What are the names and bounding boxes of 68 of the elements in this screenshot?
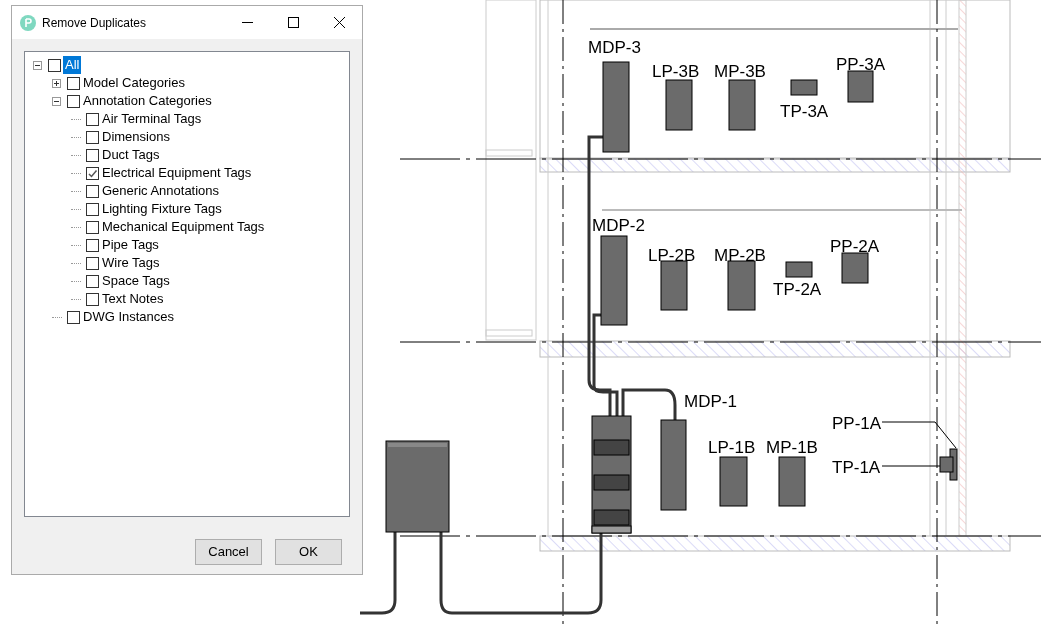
electrical-panel [665, 79, 693, 131]
expand-icon[interactable] [52, 78, 61, 88]
minimize-icon [241, 22, 253, 23]
tree-item[interactable]: Text Notes [101, 290, 165, 308]
checkbox[interactable] [86, 292, 99, 306]
electrical-panel [727, 260, 756, 311]
leader-line [881, 465, 941, 467]
tree-item[interactable]: Lighting Fixture Tags [101, 200, 223, 218]
tree-item[interactable]: Mechanical Equipment Tags [101, 218, 266, 236]
checkbox[interactable] [86, 274, 99, 288]
window-title: Remove Duplicates [42, 14, 147, 32]
equipment-label: MDP-3 [588, 38, 641, 57]
electrical-panel [660, 260, 688, 311]
checkbox[interactable] [67, 94, 80, 108]
equipment-label: MDP-1 [684, 392, 737, 411]
checkbox[interactable] [86, 220, 99, 234]
tree-item[interactable]: Annotation Categories [82, 92, 213, 110]
equipment-label: PP-1A [832, 414, 882, 433]
collapse-icon[interactable] [52, 96, 61, 106]
equipment-label: TP-2A [773, 280, 822, 299]
tree-item[interactable]: Generic Annotations [101, 182, 221, 200]
checkbox[interactable] [86, 148, 99, 162]
equipment-label: LP-3B [652, 62, 700, 81]
maximize-icon [287, 17, 299, 28]
electrical-panel [719, 456, 748, 507]
checkbox[interactable] [86, 130, 99, 144]
tree-item[interactable]: Pipe Tags [101, 236, 160, 254]
tree-item[interactable]: Model Categories [82, 74, 186, 92]
tree-item[interactable]: Air Terminal Tags [101, 110, 203, 128]
electrical-device-drawing [939, 448, 958, 481]
electrical-panel [728, 79, 756, 131]
checkbox[interactable] [86, 166, 99, 180]
tree-item[interactable]: Wire Tags [101, 254, 161, 272]
tree-item[interactable]: Electrical Equipment Tags [101, 164, 253, 182]
close-icon [333, 17, 345, 28]
equipment-label: MP-3B [714, 62, 766, 81]
checkbox[interactable] [86, 112, 99, 126]
tree-item[interactable]: DWG Instances [82, 308, 176, 326]
ok-button[interactable]: OK [275, 539, 342, 565]
equipment-label: PP-3A [836, 55, 886, 74]
equipment-label: LP-1B [708, 438, 756, 457]
electrical-panel [841, 252, 869, 284]
tree-item[interactable]: Duct Tags [101, 146, 161, 164]
checkbox[interactable] [86, 184, 99, 198]
checkbox[interactable] [86, 256, 99, 270]
app-logo-icon [20, 14, 36, 31]
electrical-panel [785, 261, 813, 278]
equipment-label: TP-1A [832, 458, 881, 477]
checkbox[interactable] [86, 238, 99, 252]
equipment-label: TP-3A [780, 102, 829, 121]
tree-item[interactable]: Dimensions [101, 128, 171, 146]
equipment-label: MP-1B [766, 438, 818, 457]
tree-item[interactable]: All [63, 56, 82, 74]
equipment-label: LP-2B [648, 246, 696, 265]
tree-item[interactable]: Space Tags [101, 272, 171, 290]
conduit [621, 388, 677, 420]
checkbox[interactable] [48, 58, 61, 72]
electrical-panel [778, 456, 806, 507]
electrical-panel [790, 79, 818, 96]
checkbox[interactable] [67, 76, 80, 90]
equipment-label: PP-2A [830, 237, 880, 256]
collapse-icon[interactable] [33, 60, 42, 70]
electrical-panel [847, 70, 874, 103]
checkbox[interactable] [86, 202, 99, 216]
cancel-button[interactable]: Cancel [195, 539, 262, 565]
equipment-label: MP-2B [714, 246, 766, 265]
checkbox[interactable] [67, 310, 80, 324]
equipment-label: MDP-2 [592, 216, 645, 235]
